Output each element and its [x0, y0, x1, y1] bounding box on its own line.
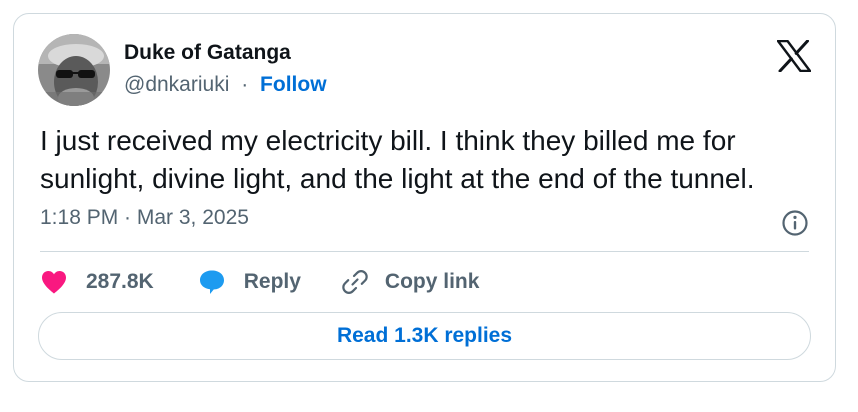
tweet-timestamp[interactable]: 1:18 PM · Mar 3, 2025: [40, 206, 249, 230]
divider: [40, 251, 809, 252]
link-icon: [342, 270, 368, 294]
separator-dot: ·: [241, 73, 249, 96]
tweet-text: I just received my electricity bill. I t…: [40, 125, 755, 194]
author-name[interactable]: Duke of Gatanga: [124, 41, 291, 65]
action-bar: 287.8K Reply Copy link: [40, 266, 479, 298]
info-icon[interactable]: [781, 209, 809, 237]
tweet-card: Duke of Gatanga @dnkariuki · Follow I ju…: [13, 13, 836, 382]
reply-label: Reply: [243, 270, 301, 293]
avatar[interactable]: [38, 34, 110, 106]
like-count: 287.8K: [86, 270, 154, 293]
heart-icon: [42, 271, 66, 294]
like-button[interactable]: 287.8K: [40, 269, 154, 295]
author-handle[interactable]: @dnkariuki: [124, 73, 229, 96]
follow-button[interactable]: Follow: [260, 73, 327, 96]
author-handle-row: @dnkariuki · Follow: [124, 73, 327, 97]
copy-link-button[interactable]: Copy link: [341, 268, 480, 296]
speech-bubble-icon: [199, 270, 224, 294]
reply-button[interactable]: Reply: [198, 268, 301, 296]
copy-link-label: Copy link: [384, 270, 480, 293]
x-logo-icon[interactable]: [776, 39, 812, 73]
read-replies-button[interactable]: Read 1.3K replies: [38, 312, 811, 360]
